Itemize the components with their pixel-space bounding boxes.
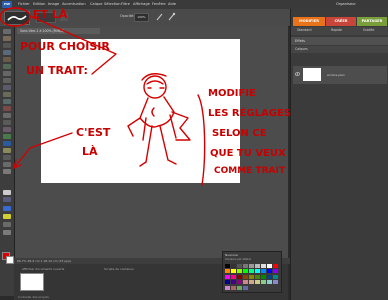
- canvas-doodle: [127, 73, 191, 167]
- bracket-right: [197, 94, 206, 186]
- arrow-to-brush-tool: [13, 132, 73, 169]
- annotation-right-3: SELON CE: [212, 128, 267, 139]
- annotation-left-1: POUR CHOISIR: [20, 40, 110, 53]
- annotation-top: ET LÀ: [33, 8, 68, 21]
- annotation-right-4: QUE TU VEUX: [210, 148, 286, 159]
- annotation-right-1: MODIFIE: [208, 88, 256, 99]
- annotation-right-2: LES RÉGLAGES: [208, 108, 291, 119]
- annotation-right-5: COMME TRAIT: [214, 166, 285, 176]
- annotation-left-2: UN TRAIT:: [26, 64, 88, 77]
- annotation-mid-1: C'EST: [76, 126, 111, 139]
- highlight-circle: [0, 7, 31, 27]
- annotation-mid-2: LÀ: [82, 145, 98, 158]
